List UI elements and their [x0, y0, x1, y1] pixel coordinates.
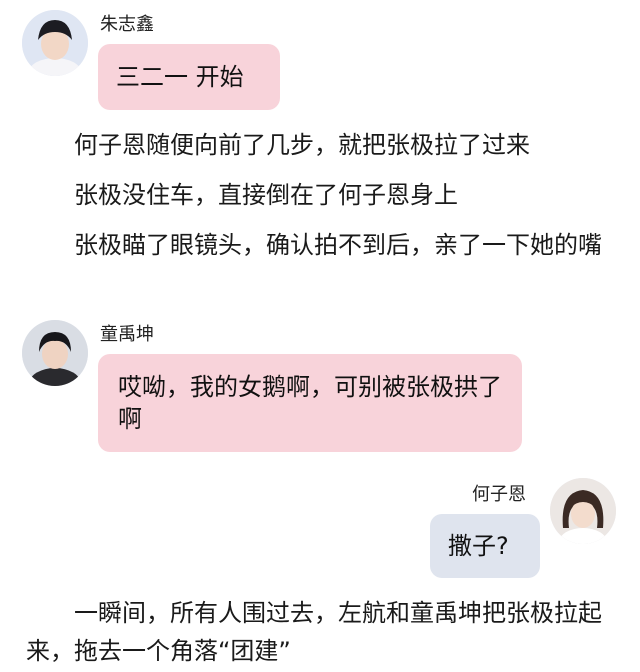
narration-paragraph: 张极没住车，直接倒在了何子恩身上: [74, 181, 458, 209]
message-bubble[interactable]: 哎呦，我的女鹅啊，可别被张极拱了啊: [98, 354, 522, 452]
narration-paragraph: 张极瞄了眼镜头，确认拍不到后，亲了一下她的嘴: [74, 231, 602, 259]
message-text: 哎呦，我的女鹅啊，可别被张极拱了啊: [118, 373, 502, 433]
avatar-image: [22, 320, 88, 386]
message-text: 三二一 开始: [116, 63, 244, 91]
avatar-he-zien[interactable]: [550, 478, 616, 544]
narration-paragraph: 何子恩随便向前了几步，就把张极拉了过来: [74, 131, 530, 159]
speaker-name: 朱志鑫: [100, 14, 154, 35]
narration-paragraph: 一瞬间，所有人围过去，左航和童禹坤把张极拉起来，拖去一个角落“团建”: [26, 599, 602, 665]
avatar-tong-yukun[interactable]: [22, 320, 88, 386]
avatar-image: [550, 478, 616, 544]
speaker-name: 何子恩: [472, 484, 526, 505]
avatar-zhu-zhixin[interactable]: [22, 10, 88, 76]
message-bubble[interactable]: 三二一 开始: [98, 44, 280, 110]
avatar-image: [22, 10, 88, 76]
speaker-name: 童禹坤: [100, 324, 154, 345]
message-bubble[interactable]: 撒子?: [430, 514, 540, 578]
message-text: 撒子?: [448, 532, 509, 560]
